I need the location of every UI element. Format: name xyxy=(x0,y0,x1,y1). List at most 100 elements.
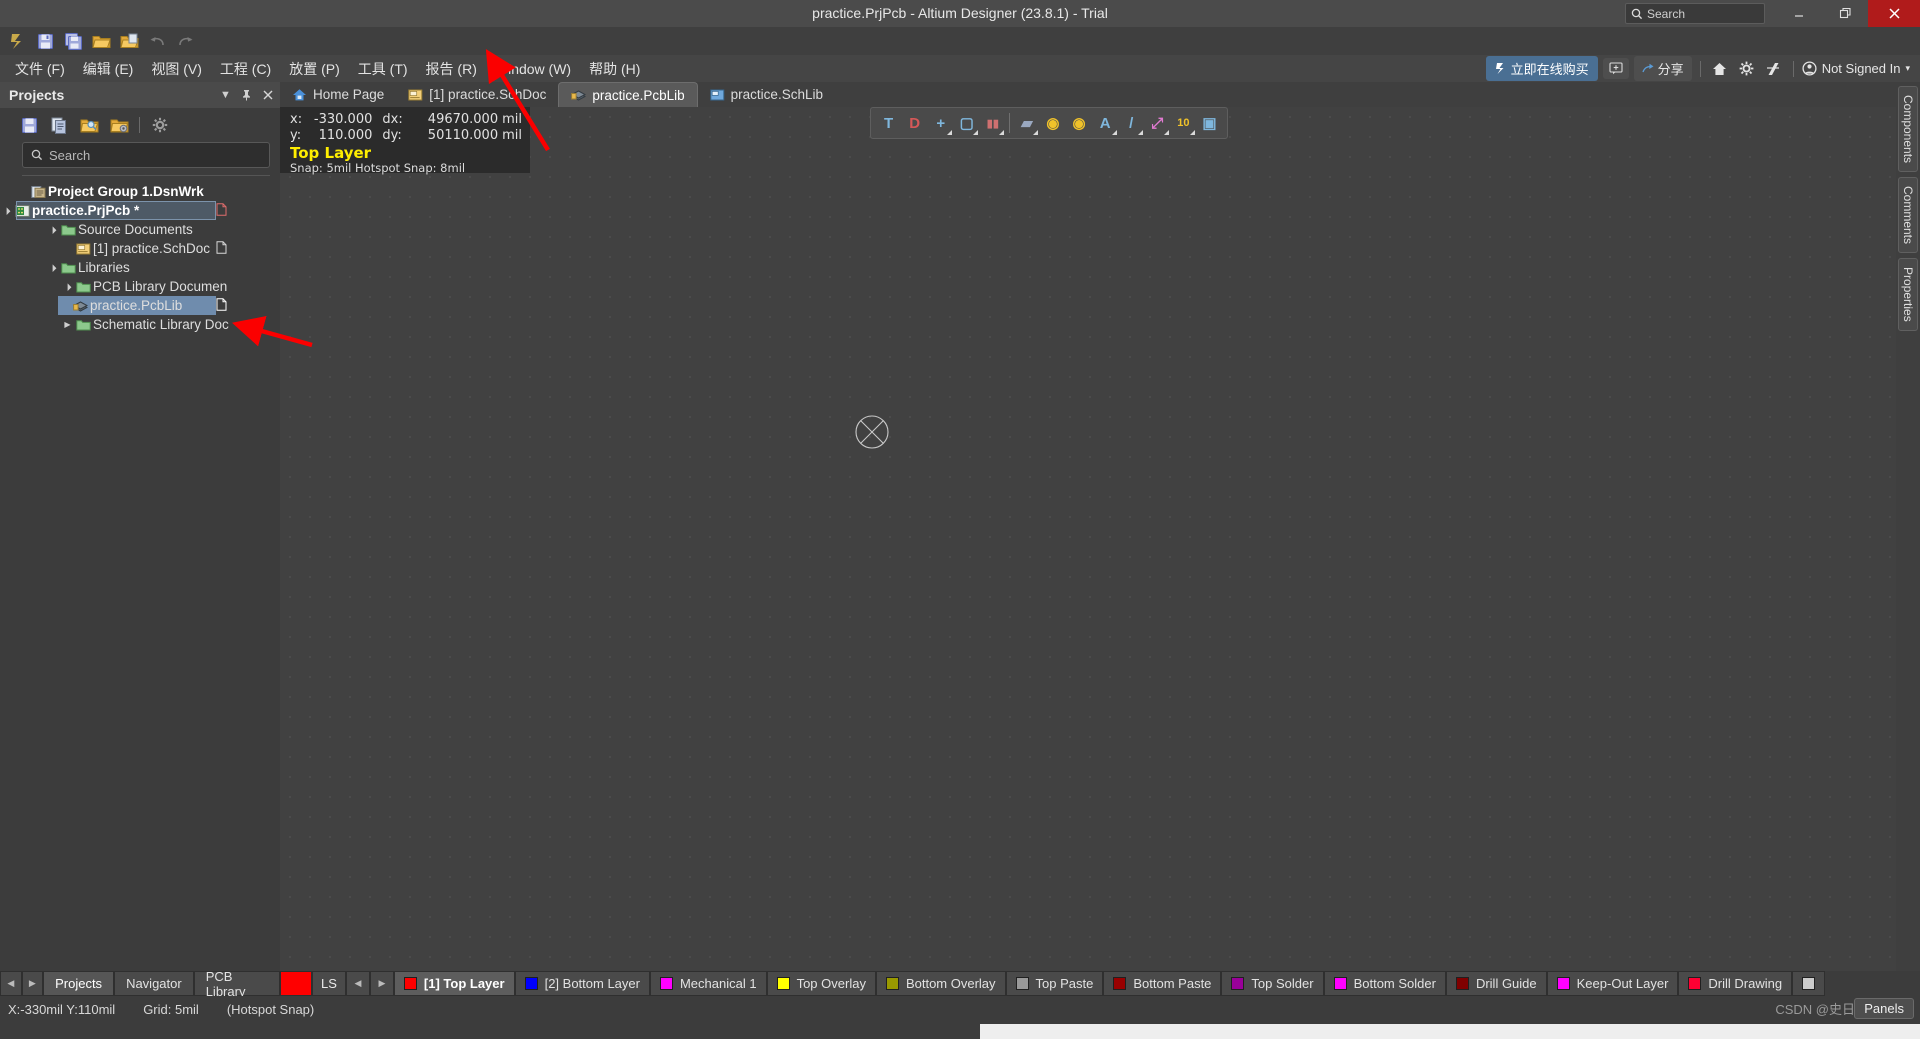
pcb-lib-placement-toolbar: T D + ▢ ▮▮ ▰ ◉ ◉ A / ⤢ 10 ▣ xyxy=(870,107,1228,139)
panels-button[interactable]: Panels xyxy=(1854,998,1914,1019)
pin-icon[interactable] xyxy=(238,85,255,105)
document-tab[interactable]: practice.PcbLib xyxy=(558,82,698,107)
right-panel-tab[interactable]: Comments xyxy=(1898,177,1918,254)
layer-tab[interactable]: Bottom Paste xyxy=(1103,971,1222,996)
save-all-button[interactable] xyxy=(60,29,86,53)
close-button[interactable] xyxy=(1868,0,1920,27)
save-button[interactable] xyxy=(32,29,58,53)
tree-item[interactable]: ▶ Schematic Library Doc xyxy=(0,315,280,334)
align-icon[interactable]: ▮▮ xyxy=(980,110,1005,136)
preferences-button[interactable] xyxy=(1736,58,1758,79)
layer-tab[interactable]: Top Overlay xyxy=(766,971,876,996)
layer-tab[interactable]: Keep-Out Layer xyxy=(1546,971,1679,996)
share-button[interactable]: 分享 xyxy=(1633,56,1692,81)
layer-tab[interactable]: [2] Bottom Layer xyxy=(514,971,650,996)
layer-tab[interactable]: [1] Top Layer xyxy=(393,971,515,996)
menu-help[interactable]: 帮助 (H) xyxy=(580,56,649,82)
tree-item[interactable]: practice.PcbLib xyxy=(58,296,227,315)
altium-logo-icon[interactable] xyxy=(4,29,30,53)
menu-project[interactable]: 工程 (C) xyxy=(211,56,280,82)
documents-icon[interactable] xyxy=(46,112,72,138)
save-icon[interactable] xyxy=(16,112,42,138)
maximize-button[interactable] xyxy=(1822,0,1868,27)
chevron-down-icon[interactable]: ▼ xyxy=(217,85,234,105)
tree-item[interactable]: ◢ Libraries xyxy=(0,258,280,277)
layer-tab[interactable]: Top Paste xyxy=(1005,971,1104,996)
menu-window[interactable]: Window (W) xyxy=(486,58,580,80)
menu-view[interactable]: 视图 (V) xyxy=(142,56,211,82)
pad-icon[interactable]: ◉ xyxy=(1040,110,1065,136)
redo-button[interactable] xyxy=(172,29,198,53)
configure-folder-icon[interactable] xyxy=(106,112,132,138)
measure-icon[interactable]: 10 xyxy=(1171,110,1196,136)
tree-item[interactable]: ◢ practice.PrjPcb * xyxy=(2,201,227,220)
tree-item[interactable]: ◢ Source Documents xyxy=(0,220,280,239)
projects-search-input[interactable]: Search xyxy=(22,142,270,168)
panel-tab-navigator[interactable]: Navigator xyxy=(114,971,194,996)
layer-set-color-swatch[interactable] xyxy=(280,971,312,996)
gear-icon[interactable] xyxy=(147,112,173,138)
project-group-icon xyxy=(29,185,48,199)
select-area-icon[interactable]: ▢ xyxy=(954,110,979,136)
open-folder-button[interactable] xyxy=(88,29,114,53)
twisty-expanded-icon[interactable]: ◢ xyxy=(45,260,60,275)
twisty-expanded-icon[interactable]: ◢ xyxy=(45,222,60,237)
twisty-expanded-icon[interactable]: ◢ xyxy=(0,203,14,218)
layer-color-swatch xyxy=(1231,977,1245,990)
layer-tab[interactable]: Drill Guide xyxy=(1445,971,1547,996)
buy-online-button[interactable]: 立即在线购买 xyxy=(1485,56,1598,81)
layer-tab[interactable]: Top Solder xyxy=(1221,971,1324,996)
twisty-expanded-icon[interactable]: ◢ xyxy=(60,279,75,294)
tree-item-file-status[interactable] xyxy=(216,297,227,314)
document-tab[interactable]: practice.SchLib xyxy=(698,82,835,107)
tree-item[interactable]: [1] practice.SchDoc xyxy=(0,239,280,258)
close-panel-icon[interactable] xyxy=(259,85,276,105)
via-icon[interactable]: ◉ xyxy=(1067,110,1092,136)
tree-item[interactable]: ◢ PCB Library Documen xyxy=(0,277,280,296)
layer-tab[interactable] xyxy=(1792,971,1826,996)
right-panel-tab[interactable]: Components xyxy=(1898,86,1918,173)
layer-tab[interactable]: Bottom Overlay xyxy=(875,971,1006,996)
schdoc-icon xyxy=(408,88,423,102)
panel-tab-pcb-library[interactable]: PCB Library xyxy=(193,969,280,999)
menu-edit[interactable]: 编辑 (E) xyxy=(74,56,143,82)
filter-icon[interactable]: T xyxy=(876,110,901,136)
menu-tools[interactable]: 工具 (T) xyxy=(349,56,417,82)
board-region-icon[interactable]: ▣ xyxy=(1197,110,1222,136)
minimize-button[interactable] xyxy=(1776,0,1822,27)
layer-tab[interactable]: Bottom Solder xyxy=(1323,971,1446,996)
browse-folder-icon[interactable] xyxy=(76,112,102,138)
panel-tab-projects[interactable]: Projects xyxy=(43,971,115,996)
line-icon[interactable]: / xyxy=(1119,110,1144,136)
magnet-snap-icon[interactable]: D xyxy=(902,110,927,136)
component-icon[interactable]: ▰ xyxy=(1014,110,1039,136)
place-crosshair-icon[interactable]: + xyxy=(928,110,953,136)
text-string-icon[interactable]: A xyxy=(1093,110,1118,136)
layer-tabs-prev-button[interactable]: ◀ xyxy=(345,971,370,996)
twisty-collapsed-icon[interactable]: ▶ xyxy=(61,320,74,329)
right-panel-tab[interactable]: Properties xyxy=(1898,258,1918,331)
layer-tab[interactable]: Mechanical 1 xyxy=(649,971,767,996)
account-menu[interactable]: Not Signed In ▾ xyxy=(1802,61,1914,76)
tree-item[interactable]: Project Group 1.DsnWrk xyxy=(0,182,280,201)
open-project-button[interactable] xyxy=(116,29,142,53)
pcb-library-canvas[interactable]: x: -330.000 dx: 49670.000 mil y: 110.000… xyxy=(280,107,1896,971)
home-button[interactable] xyxy=(1709,58,1731,79)
layer-tabs-next-button[interactable]: ▶ xyxy=(369,971,394,996)
menu-place[interactable]: 放置 (P) xyxy=(280,56,349,82)
document-tab[interactable]: Home Page xyxy=(280,82,396,107)
menu-reports[interactable]: 报告 (R) xyxy=(417,56,486,82)
global-search-input[interactable]: Search xyxy=(1625,3,1765,24)
menu-file[interactable]: 文件 (F) xyxy=(6,56,74,82)
panel-tabs-next-button[interactable]: ▶ xyxy=(21,971,44,996)
layer-tab[interactable]: Drill Drawing xyxy=(1678,971,1793,996)
notifications-button[interactable] xyxy=(1602,58,1629,79)
tree-item-file-status[interactable] xyxy=(216,240,227,257)
undo-button[interactable] xyxy=(144,29,170,53)
document-tab[interactable]: [1] practice.SchDoc xyxy=(396,82,558,107)
panel-tabs-prev-button[interactable]: ◀ xyxy=(0,971,22,996)
dimension-icon[interactable]: ⤢ xyxy=(1145,110,1170,136)
extensions-button[interactable] xyxy=(1763,58,1785,79)
tree-item-file-status[interactable] xyxy=(216,202,227,219)
layer-set-button[interactable]: LS xyxy=(312,971,346,996)
